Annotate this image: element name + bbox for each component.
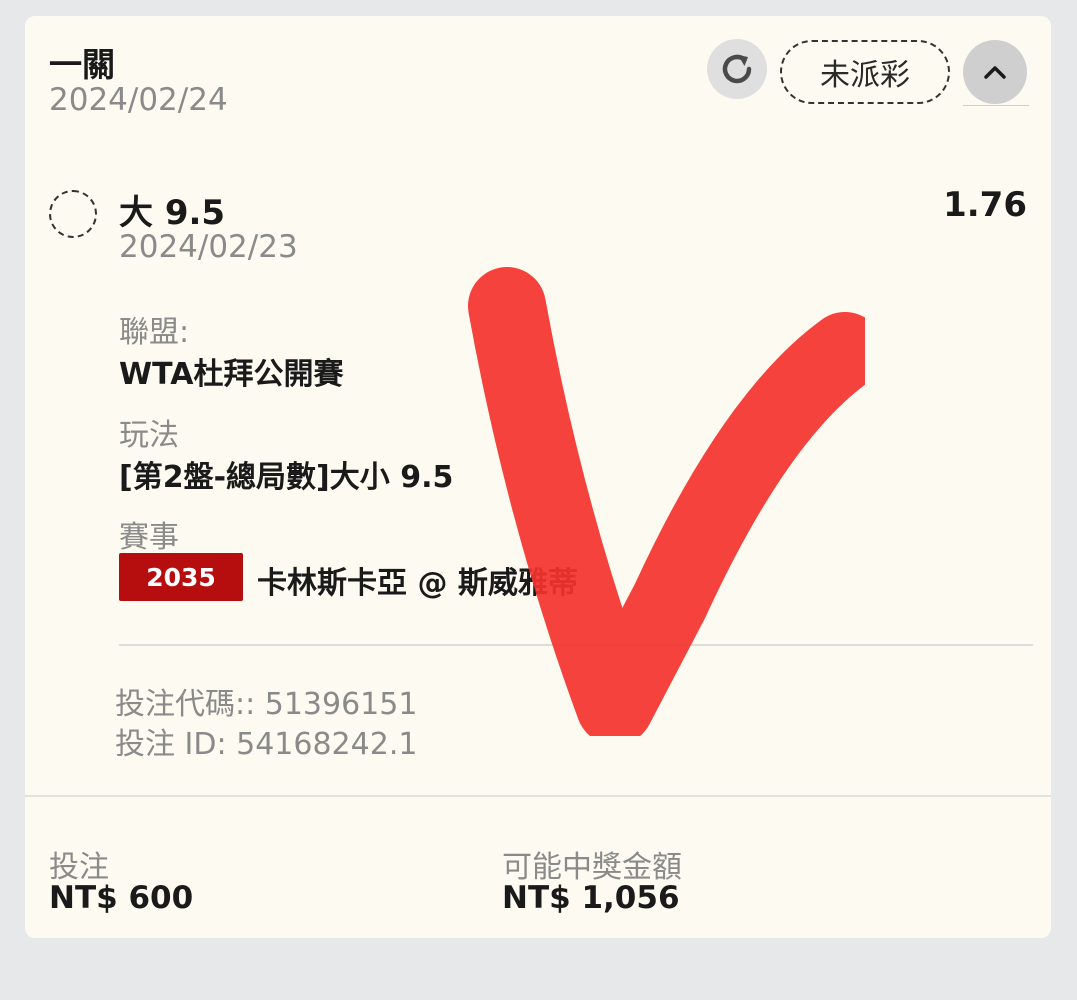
refresh-icon [722,54,752,84]
bet-code: 投注代碼:: 51396151 [115,687,418,722]
divider [119,644,1033,646]
event-name: 卡林斯卡亞 @ 斯威雅蒂 [257,566,578,601]
red-check-mark-icon [468,267,865,736]
selection-date: 2024/02/23 [119,229,298,265]
market-label: 玩法 [119,418,179,453]
bet-date: 2024/02/24 [49,82,228,118]
league-value: WTA杜拜公開賽 [119,357,344,392]
payout-value: NT$ 1,056 [502,880,680,916]
bet-id: 投注 ID: 54168242.1 [115,727,418,762]
bet-type-title: 一關 [49,45,115,84]
refresh-button[interactable] [707,39,767,99]
stake-value: NT$ 600 [49,880,194,916]
chevron-up-icon [984,66,1006,79]
collapse-underline [963,105,1029,106]
footer-divider [25,795,1051,797]
market-value: [第2盤-總局數]大小 9.5 [119,460,454,495]
league-label: 聯盟: [119,315,190,350]
event-label: 賽事 [119,520,179,555]
collapse-button[interactable] [963,40,1027,104]
selection-status-circle [49,190,97,238]
event-code-badge: 2035 [119,553,243,601]
bet-slip-card: 一關 2024/02/24 未派彩 大 9.5 1.76 2024/02/23 … [25,16,1051,938]
selection-odds: 1.76 [943,185,1027,225]
status-badge: 未派彩 [780,40,950,104]
selection-name: 大 9.5 [119,193,226,233]
